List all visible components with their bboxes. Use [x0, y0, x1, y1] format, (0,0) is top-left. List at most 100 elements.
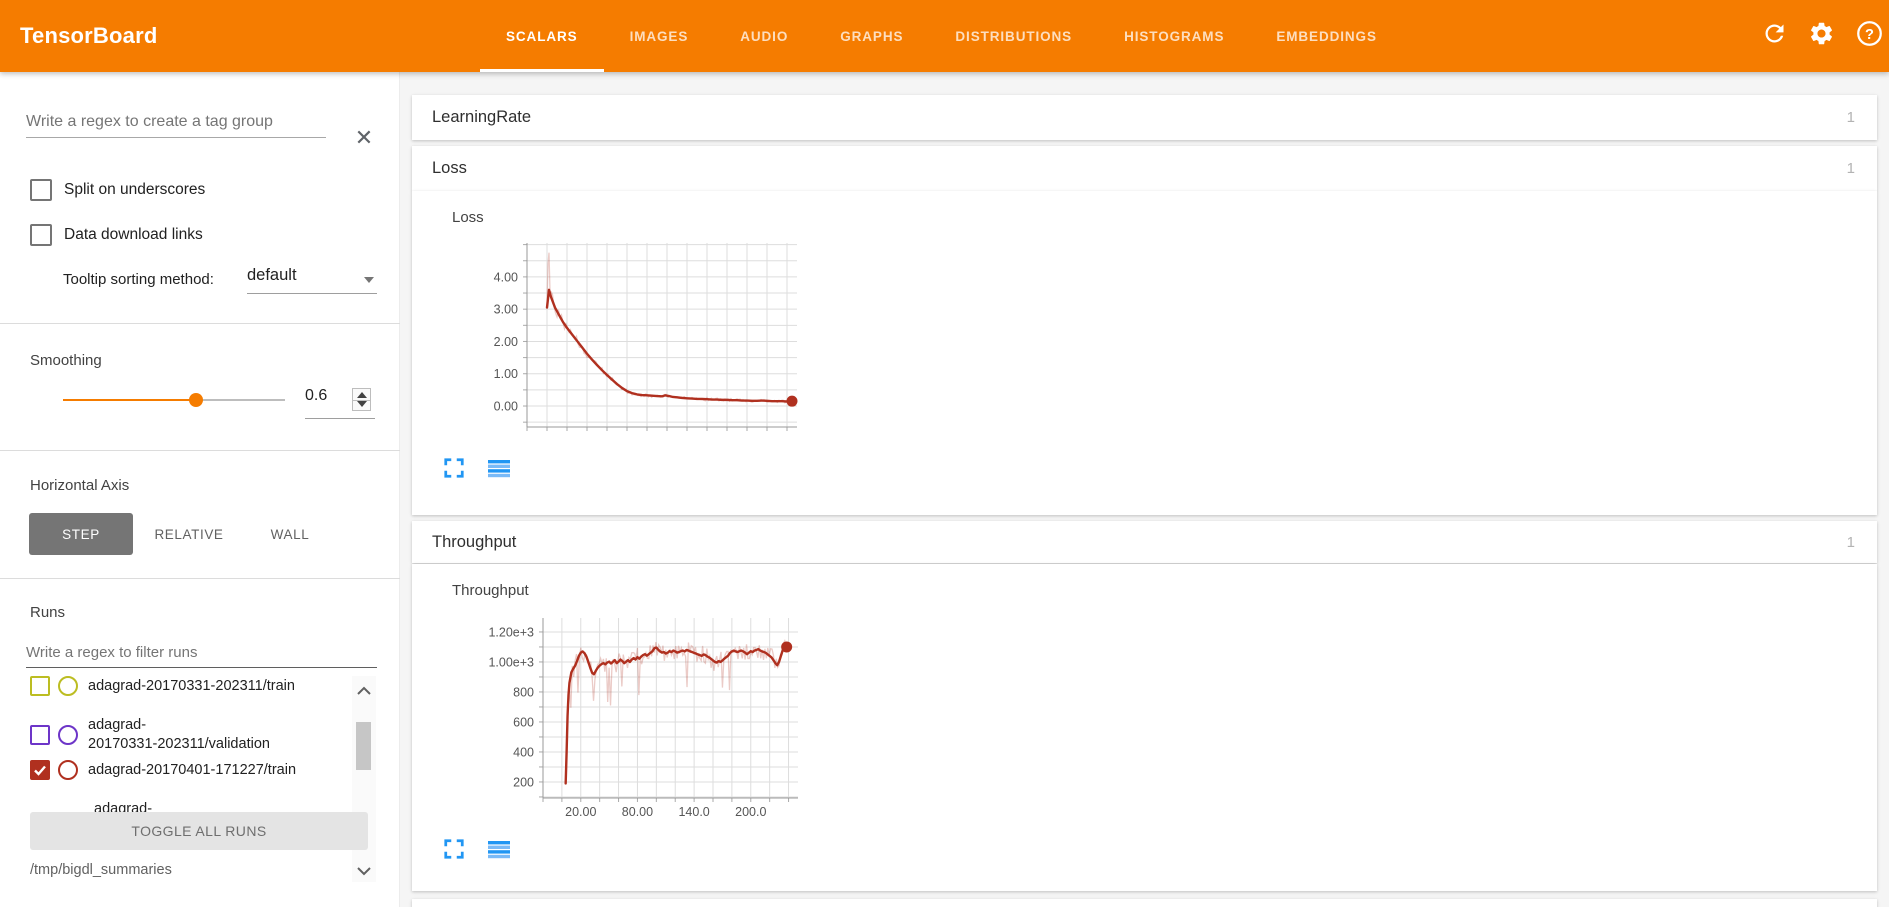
svg-text:0.00: 0.00: [494, 400, 518, 414]
section-header-throughput[interactable]: Throughput 1: [412, 521, 1877, 563]
section-header-loss[interactable]: Loss 1: [412, 146, 1877, 191]
smoothing-value[interactable]: 0.6: [305, 387, 347, 405]
smoothing-stepper[interactable]: [352, 388, 371, 411]
tab-histograms[interactable]: HISTOGRAMS: [1098, 0, 1250, 72]
runs-menu-icon[interactable]: [487, 457, 511, 481]
sidebar: Write a regex to create a tag group ✕ Sp…: [0, 72, 400, 907]
run-filter-input[interactable]: Write a regex to filter runs: [26, 638, 377, 668]
divider: [0, 323, 400, 324]
top-app-bar: TensorBoard SCALARSIMAGESAUDIOGRAPHSDIST…: [0, 0, 1889, 72]
tab-scalars[interactable]: SCALARS: [480, 0, 604, 72]
section-title: Loss: [432, 159, 467, 178]
tag-group-regex-placeholder: Write a regex to create a tag group: [26, 113, 273, 131]
smoothing-label: Smoothing: [30, 352, 102, 369]
slider-thumb[interactable]: [189, 393, 203, 407]
run-checkbox[interactable]: [30, 676, 50, 696]
svg-text:600: 600: [513, 715, 534, 729]
svg-text:140.0: 140.0: [678, 805, 709, 819]
run-checkbox[interactable]: [30, 760, 50, 780]
axis-button-step[interactable]: STEP: [29, 513, 133, 555]
chart-actions: [443, 838, 511, 862]
svg-text:?: ?: [1865, 27, 1874, 43]
runs-scrollbar[interactable]: [352, 676, 376, 882]
split-underscores-checkbox[interactable]: [30, 179, 52, 201]
next-section-partial[interactable]: [412, 899, 1877, 907]
svg-text:400: 400: [513, 745, 534, 759]
divider: [0, 578, 400, 579]
section-count: 1: [1847, 534, 1855, 551]
split-underscores-label: Split on underscores: [64, 181, 205, 199]
section-content-throughput: Throughput 2004006008001.00e+31.20e+320.…: [412, 564, 1877, 891]
svg-text:80.00: 80.00: [622, 805, 653, 819]
smoothing-value-underline: [305, 418, 375, 419]
svg-text:4.00: 4.00: [494, 270, 518, 284]
section-content-loss: Loss 0.001.002.003.004.00: [412, 191, 1877, 515]
tab-embeddings[interactable]: EMBEDDINGS: [1250, 0, 1403, 72]
tab-graphs[interactable]: GRAPHS: [814, 0, 929, 72]
fullscreen-icon[interactable]: [443, 838, 467, 862]
close-icon[interactable]: ✕: [351, 125, 377, 151]
horizontal-axis-label: Horizontal Axis: [30, 477, 129, 494]
stepper-up-icon[interactable]: [357, 392, 367, 398]
scroll-up-icon[interactable]: [355, 684, 373, 698]
run-row: adagrad-20170331-202311/validation: [30, 716, 350, 754]
tab-bar: SCALARSIMAGESAUDIOGRAPHSDISTRIBUTIONSHIS…: [480, 0, 1403, 72]
chart-actions: [443, 457, 511, 481]
runs-menu-icon[interactable]: [487, 838, 511, 862]
tooltip-sorting-row: Tooltip sorting method: default: [63, 268, 383, 294]
smoothing-slider[interactable]: [63, 399, 285, 401]
svg-text:200: 200: [513, 775, 534, 789]
svg-text:1.00e+3: 1.00e+3: [488, 655, 534, 669]
svg-text:200.0: 200.0: [735, 805, 766, 819]
run-checkbox[interactable]: [30, 725, 50, 745]
section-count: 1: [1847, 109, 1855, 126]
settings-gear-icon[interactable]: [1808, 20, 1835, 47]
tab-images[interactable]: IMAGES: [604, 0, 715, 72]
data-download-row: Data download links: [30, 224, 203, 246]
data-download-label: Data download links: [64, 226, 203, 244]
svg-text:800: 800: [513, 685, 534, 699]
main-content: LearningRate 1 Loss 1 Loss 0.00 1.00 2.00 3…: [401, 72, 1889, 907]
run-row: adagrad-20170401-171227/train: [30, 760, 350, 780]
toggle-all-runs-button[interactable]: TOGGLE ALL RUNS: [30, 812, 368, 850]
help-icon[interactable]: ?: [1856, 20, 1883, 47]
runs-label: Runs: [30, 604, 65, 621]
divider: [0, 450, 400, 451]
fullscreen-icon[interactable]: [443, 457, 467, 481]
refresh-icon[interactable]: [1761, 20, 1788, 47]
axis-button-relative[interactable]: RELATIVE: [133, 513, 245, 555]
tooltip-sorting-value: default: [247, 266, 297, 284]
svg-text:1.20e+3: 1.20e+3: [488, 625, 534, 639]
tab-distributions[interactable]: DISTRIBUTIONS: [929, 0, 1098, 72]
stepper-down-icon[interactable]: [357, 401, 367, 407]
run-label: adagrad-20170401-171227/train: [88, 761, 296, 780]
app-title: TensorBoard: [20, 0, 157, 72]
run-color-circle[interactable]: [58, 725, 78, 745]
run-color-circle[interactable]: [58, 760, 78, 780]
section-title: Throughput: [432, 533, 516, 552]
run-row: adagrad-20170331-202311/train: [30, 676, 350, 696]
data-download-checkbox[interactable]: [30, 224, 52, 246]
scroll-down-icon[interactable]: [355, 864, 373, 878]
tab-audio[interactable]: AUDIO: [714, 0, 814, 72]
section-count: 1: [1847, 160, 1855, 177]
tooltip-sorting-dropdown[interactable]: default: [247, 266, 377, 294]
split-underscores-row: Split on underscores: [30, 179, 205, 201]
run-color-circle[interactable]: [58, 676, 78, 696]
tag-group-regex-input[interactable]: Write a regex to create a tag group: [26, 108, 326, 138]
section-header-learningrate[interactable]: LearningRate 1: [412, 95, 1877, 140]
chevron-down-icon: [364, 277, 374, 283]
svg-text:2.00: 2.00: [494, 335, 518, 349]
axis-button-wall[interactable]: WALL: [245, 513, 335, 555]
log-directory-path: /tmp/bigdl_summaries: [30, 862, 172, 878]
svg-text:20.00: 20.00: [565, 805, 596, 819]
tooltip-sorting-label: Tooltip sorting method:: [63, 271, 214, 288]
svg-text:3.00: 3.00: [494, 303, 518, 317]
run-label: adagrad-20170331-202311/train: [88, 677, 295, 696]
run-label: adagrad-20170331-202311/validation: [88, 716, 270, 754]
section-title: LearningRate: [432, 108, 531, 127]
svg-text:1.00: 1.00: [494, 367, 518, 381]
slider-fill: [63, 399, 196, 401]
scrollbar-thumb[interactable]: [356, 722, 371, 770]
run-filter-placeholder: Write a regex to filter runs: [26, 644, 197, 661]
